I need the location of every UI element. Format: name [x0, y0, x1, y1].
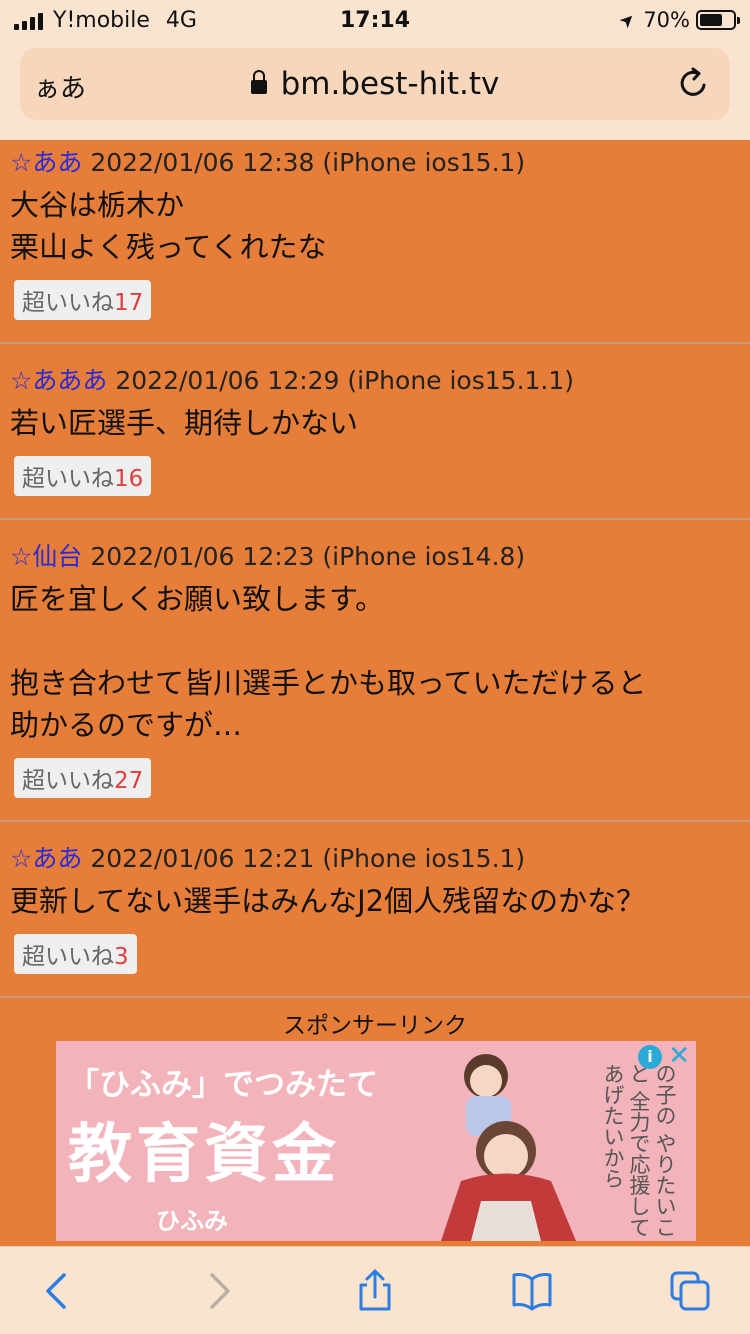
post-meta: ☆ああ 2022/01/06 12:38 (iPhone ios15.1)	[10, 144, 740, 182]
super-like-button[interactable]: 超いいね16	[14, 456, 152, 496]
super-like-button[interactable]: 超いいね17	[14, 280, 152, 320]
battery-level	[700, 14, 723, 26]
comment-list: ☆ああ 2022/01/06 12:38 (iPhone ios15.1) 大谷…	[0, 140, 750, 998]
like-count: 16	[114, 466, 144, 492]
browser-address-area: ぁあ bm.best-hit.tv	[0, 40, 750, 140]
share-icon[interactable]	[353, 1269, 397, 1313]
post-body: 大谷は栃木か 栗山よく残ってくれたな	[10, 188, 327, 264]
sponsor-label: スポンサーリンク	[283, 1013, 467, 1039]
tabs-icon[interactable]	[668, 1269, 712, 1313]
battery-icon	[696, 10, 740, 30]
url-display[interactable]: bm.best-hit.tv	[20, 66, 730, 102]
ad-info-icon[interactable]: i	[638, 1045, 662, 1069]
like-label: 超いいね	[22, 466, 114, 492]
post-datetime-device: 2022/01/06 12:38 (iPhone ios15.1)	[82, 148, 526, 177]
comment-post: ☆仙台 2022/01/06 12:23 (iPhone ios14.8) 匠を…	[0, 520, 750, 822]
super-like-button[interactable]: 超いいね27	[14, 758, 152, 798]
advertisement-banner[interactable]: 「ひふみ」でつみたて 教育資金 ひふみ の子の やりたいこと 全力で応援して あ…	[56, 1041, 696, 1241]
post-meta: ☆ああ 2022/01/06 12:21 (iPhone ios15.1)	[10, 840, 740, 878]
book-icon[interactable]	[510, 1269, 554, 1313]
comment-post: ☆ああ 2022/01/06 12:21 (iPhone ios15.1) 更新…	[0, 822, 750, 998]
poster-name[interactable]: ☆仙台	[10, 542, 82, 571]
ad-close-icon[interactable]: ✕	[668, 1043, 690, 1069]
address-bar[interactable]: ぁあ bm.best-hit.tv	[20, 48, 730, 120]
post-datetime-device: 2022/01/06 12:29 (iPhone ios15.1.1)	[107, 366, 575, 395]
ad-photo	[441, 1054, 576, 1241]
poster-name[interactable]: ☆ああ	[10, 844, 82, 873]
like-label: 超いいね	[22, 290, 114, 316]
ad-copy: の子の やりたいこと 全力で応援して あげたいから	[601, 1063, 677, 1238]
browser-toolbar	[0, 1246, 750, 1334]
status-bar: Y!mobile 4G 17:14 ➤ 70%	[0, 0, 750, 40]
reload-icon[interactable]	[676, 65, 712, 101]
poster-name[interactable]: ☆ああ	[10, 148, 82, 177]
super-like-button[interactable]: 超いいね3	[14, 934, 137, 974]
like-count: 17	[114, 290, 144, 316]
like-count: 27	[114, 768, 144, 794]
comment-post: ☆ああ 2022/01/06 12:38 (iPhone ios15.1) 大谷…	[0, 140, 750, 344]
chevron-left-icon[interactable]	[36, 1269, 80, 1313]
ad-title: 教育資金	[68, 1118, 340, 1192]
post-meta: ☆あああ 2022/01/06 12:29 (iPhone ios15.1.1)	[10, 362, 740, 400]
like-label: 超いいね	[22, 768, 114, 794]
ad-brand-logo: ひふみ	[156, 1207, 228, 1235]
status-right: ➤ 70%	[615, 7, 740, 33]
battery-percent: 70%	[643, 8, 690, 32]
post-body: 匠を宜しくお願い致します。 抱き合わせて皆川選手とかも取っていただけると 助かる…	[10, 582, 647, 742]
url-text: bm.best-hit.tv	[280, 66, 500, 102]
post-datetime-device: 2022/01/06 12:21 (iPhone ios15.1)	[82, 844, 526, 873]
lock-icon	[250, 70, 267, 94]
chevron-right-icon[interactable]	[196, 1269, 240, 1313]
post-body: 更新してない選手はみんなJ2個人残留なのかな？	[10, 884, 646, 918]
post-body: 若い匠選手、期待しかない	[10, 406, 359, 440]
ad-headline: 「ひふみ」でつみたて	[68, 1067, 378, 1103]
comment-post: ☆あああ 2022/01/06 12:29 (iPhone ios15.1.1)…	[0, 344, 750, 520]
like-label: 超いいね	[22, 944, 114, 970]
post-meta: ☆仙台 2022/01/06 12:23 (iPhone ios14.8)	[10, 538, 740, 576]
like-count: 3	[114, 944, 129, 970]
post-datetime-device: 2022/01/06 12:23 (iPhone ios14.8)	[82, 542, 526, 571]
poster-name[interactable]: ☆あああ	[10, 366, 107, 395]
